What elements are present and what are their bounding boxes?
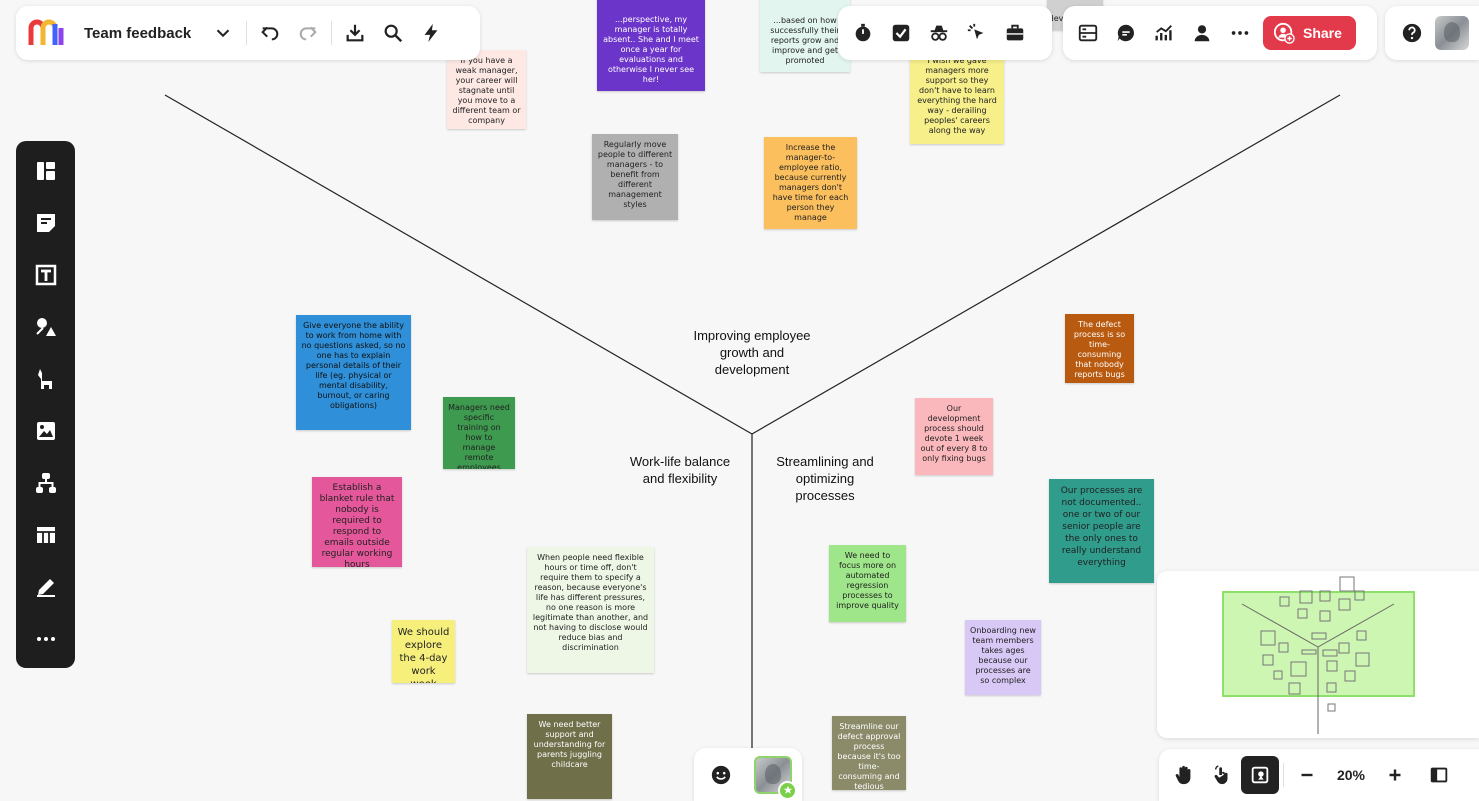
user-icon[interactable]	[1183, 14, 1221, 52]
pen-icon[interactable]	[30, 571, 61, 602]
divider	[246, 21, 247, 45]
table-icon[interactable]	[30, 519, 61, 550]
sticky-note[interactable]: I wish we gave managers more support so …	[910, 50, 1004, 144]
more-tools-icon[interactable]	[30, 623, 61, 654]
minimap-preview	[1222, 576, 1415, 734]
sticky-note[interactable]: The defect process is so time-consuming …	[1065, 314, 1134, 383]
divider	[1283, 763, 1284, 787]
collaborator-avatar[interactable]	[754, 755, 797, 800]
sticky-note-icon[interactable]	[30, 207, 61, 238]
activity-chart-icon[interactable]	[1145, 14, 1183, 52]
add-user-icon	[1273, 22, 1295, 44]
briefcase-icon[interactable]	[996, 14, 1034, 52]
share-button[interactable]: Share	[1263, 16, 1356, 50]
sticky-note[interactable]: Increase the manager-to-employee ratio, …	[764, 137, 857, 229]
sticky-note[interactable]: Managers need specific training on how t…	[443, 397, 515, 469]
center-topic-label[interactable]: Improving employee growth and developmen…	[693, 327, 811, 378]
sticky-note[interactable]: Regularly move people to different manag…	[592, 134, 678, 220]
lightning-icon[interactable]	[412, 14, 450, 52]
panel-toggle-icon[interactable]	[1420, 756, 1458, 794]
help-icon[interactable]	[1393, 14, 1431, 52]
more-icon[interactable]	[1221, 14, 1259, 52]
miro-logo[interactable]	[28, 18, 66, 48]
sticky-note[interactable]: Our processes are not documented.. one o…	[1049, 479, 1154, 583]
board-format-icon[interactable]	[1069, 14, 1107, 52]
branch-label-processes[interactable]: Streamlining and optimizing processes	[765, 453, 885, 504]
sticky-note[interactable]: Onboarding new team members takes ages b…	[965, 620, 1041, 695]
help-avatar-bar	[1385, 6, 1479, 60]
sticky-note[interactable]: When people need flexible hours or time …	[527, 547, 654, 673]
branch-label-work-life[interactable]: Work-life balance and flexibility	[620, 453, 740, 487]
sticky-note[interactable]: We need to focus more on automated regre…	[829, 545, 906, 622]
reactions-bar	[694, 748, 802, 801]
divider	[331, 21, 332, 45]
llama-icon[interactable]	[30, 363, 61, 394]
zoom-level[interactable]: 20%	[1326, 767, 1376, 783]
left-toolbar	[16, 141, 75, 668]
attention-management-icon[interactable]	[958, 14, 996, 52]
chevron-down-icon[interactable]	[204, 14, 242, 52]
board-title[interactable]: Team feedback	[84, 25, 204, 42]
sticky-note[interactable]: We need better support and understanding…	[527, 714, 612, 799]
sticky-note[interactable]: Our development process should devote 1 …	[915, 398, 993, 475]
zoom-controls: 20%	[1159, 749, 1479, 801]
zoom-in-icon[interactable]	[1376, 756, 1414, 794]
export-icon[interactable]	[336, 14, 374, 52]
board-actions-bar: Share	[1063, 6, 1377, 60]
image-icon[interactable]	[30, 415, 61, 446]
sticky-note[interactable]: We should explore the 4-day work week	[392, 620, 455, 683]
mind-map-icon[interactable]	[30, 467, 61, 498]
private-mode-icon[interactable]	[920, 14, 958, 52]
sticky-note[interactable]: If you have a weak manager, your career …	[447, 50, 526, 129]
comment-icon[interactable]	[1107, 14, 1145, 52]
redo-icon[interactable]	[289, 14, 327, 52]
board-title-bar: Team feedback	[16, 6, 480, 60]
text-icon[interactable]	[30, 259, 61, 290]
sticky-note[interactable]: Streamline our defect approval process b…	[832, 716, 906, 790]
collaboration-tools-bar	[838, 6, 1052, 60]
shapes-icon[interactable]	[30, 311, 61, 342]
sticky-note[interactable]: Establish a blanket rule that nobody is …	[312, 477, 402, 567]
templates-icon[interactable]	[30, 155, 61, 186]
hand-tool-icon[interactable]	[1165, 756, 1203, 794]
touch-gesture-icon[interactable]	[1203, 756, 1241, 794]
map-toggle-icon[interactable]	[1241, 756, 1279, 794]
star-badge-icon	[778, 780, 797, 800]
sticky-note[interactable]: ...based on how successfully their repor…	[760, 0, 850, 72]
share-label: Share	[1303, 25, 1342, 41]
user-avatar[interactable]	[1435, 16, 1469, 50]
timer-icon[interactable]	[844, 14, 882, 52]
sticky-note[interactable]: Give everyone the ability to work from h…	[296, 315, 411, 430]
emoji-reaction-icon[interactable]	[702, 756, 740, 794]
search-icon[interactable]	[374, 14, 412, 52]
sticky-note[interactable]: ...perspective, my manager is totally ab…	[597, 0, 705, 91]
minimap[interactable]	[1157, 571, 1479, 738]
zoom-out-icon[interactable]	[1288, 756, 1326, 794]
undo-icon[interactable]	[251, 14, 289, 52]
voting-icon[interactable]	[882, 14, 920, 52]
